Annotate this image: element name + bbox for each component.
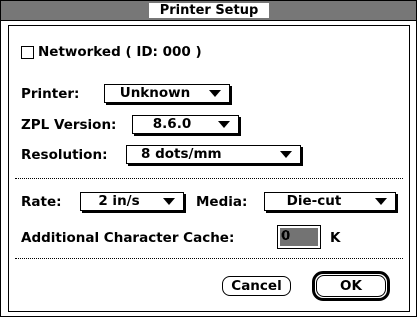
rate-value: 2 in/s [98,193,140,209]
window-title: Printer Setup [149,3,269,18]
chevron-down-icon [209,90,221,97]
cache-input[interactable]: 0 [277,225,321,249]
printer-setup-window: Printer Setup Networked ( ID: 000 ) Prin… [0,0,417,317]
dialog-panel: Networked ( ID: 000 ) Printer: Unknown Z… [8,25,410,312]
separator [15,178,403,179]
zpl-version-label: ZPL Version: [21,117,117,133]
resolution-popup[interactable]: 8 dots/mm [126,145,301,164]
chevron-down-icon [375,198,387,205]
resolution-value: 8 dots/mm [141,146,222,162]
media-popup[interactable]: Die-cut [264,192,396,211]
media-value: Die-cut [286,193,342,209]
chevron-down-icon [163,198,175,205]
cache-label: Additional Character Cache: [21,230,235,246]
title-bar[interactable]: Printer Setup [1,1,416,21]
separator [15,258,403,259]
rate-popup[interactable]: 2 in/s [80,192,184,211]
cache-value: 0 [281,228,291,244]
media-label: Media: [196,194,248,210]
chevron-down-icon [218,121,230,128]
chevron-down-icon [280,151,292,158]
zpl-version-value: 8.6.0 [152,116,192,132]
printer-value: Unknown [119,85,191,101]
networked-checkbox[interactable] [21,46,34,59]
ok-button[interactable]: OK [316,275,386,297]
cache-unit: K [330,230,341,246]
zpl-version-popup[interactable]: 8.6.0 [132,115,239,134]
resolution-label: Resolution: [21,147,108,163]
networked-label[interactable]: Networked ( ID: 000 ) [38,42,202,62]
cancel-button[interactable]: Cancel [222,276,291,296]
printer-label: Printer: [21,86,80,102]
rate-label: Rate: [21,194,62,210]
printer-popup[interactable]: Unknown [104,84,230,103]
